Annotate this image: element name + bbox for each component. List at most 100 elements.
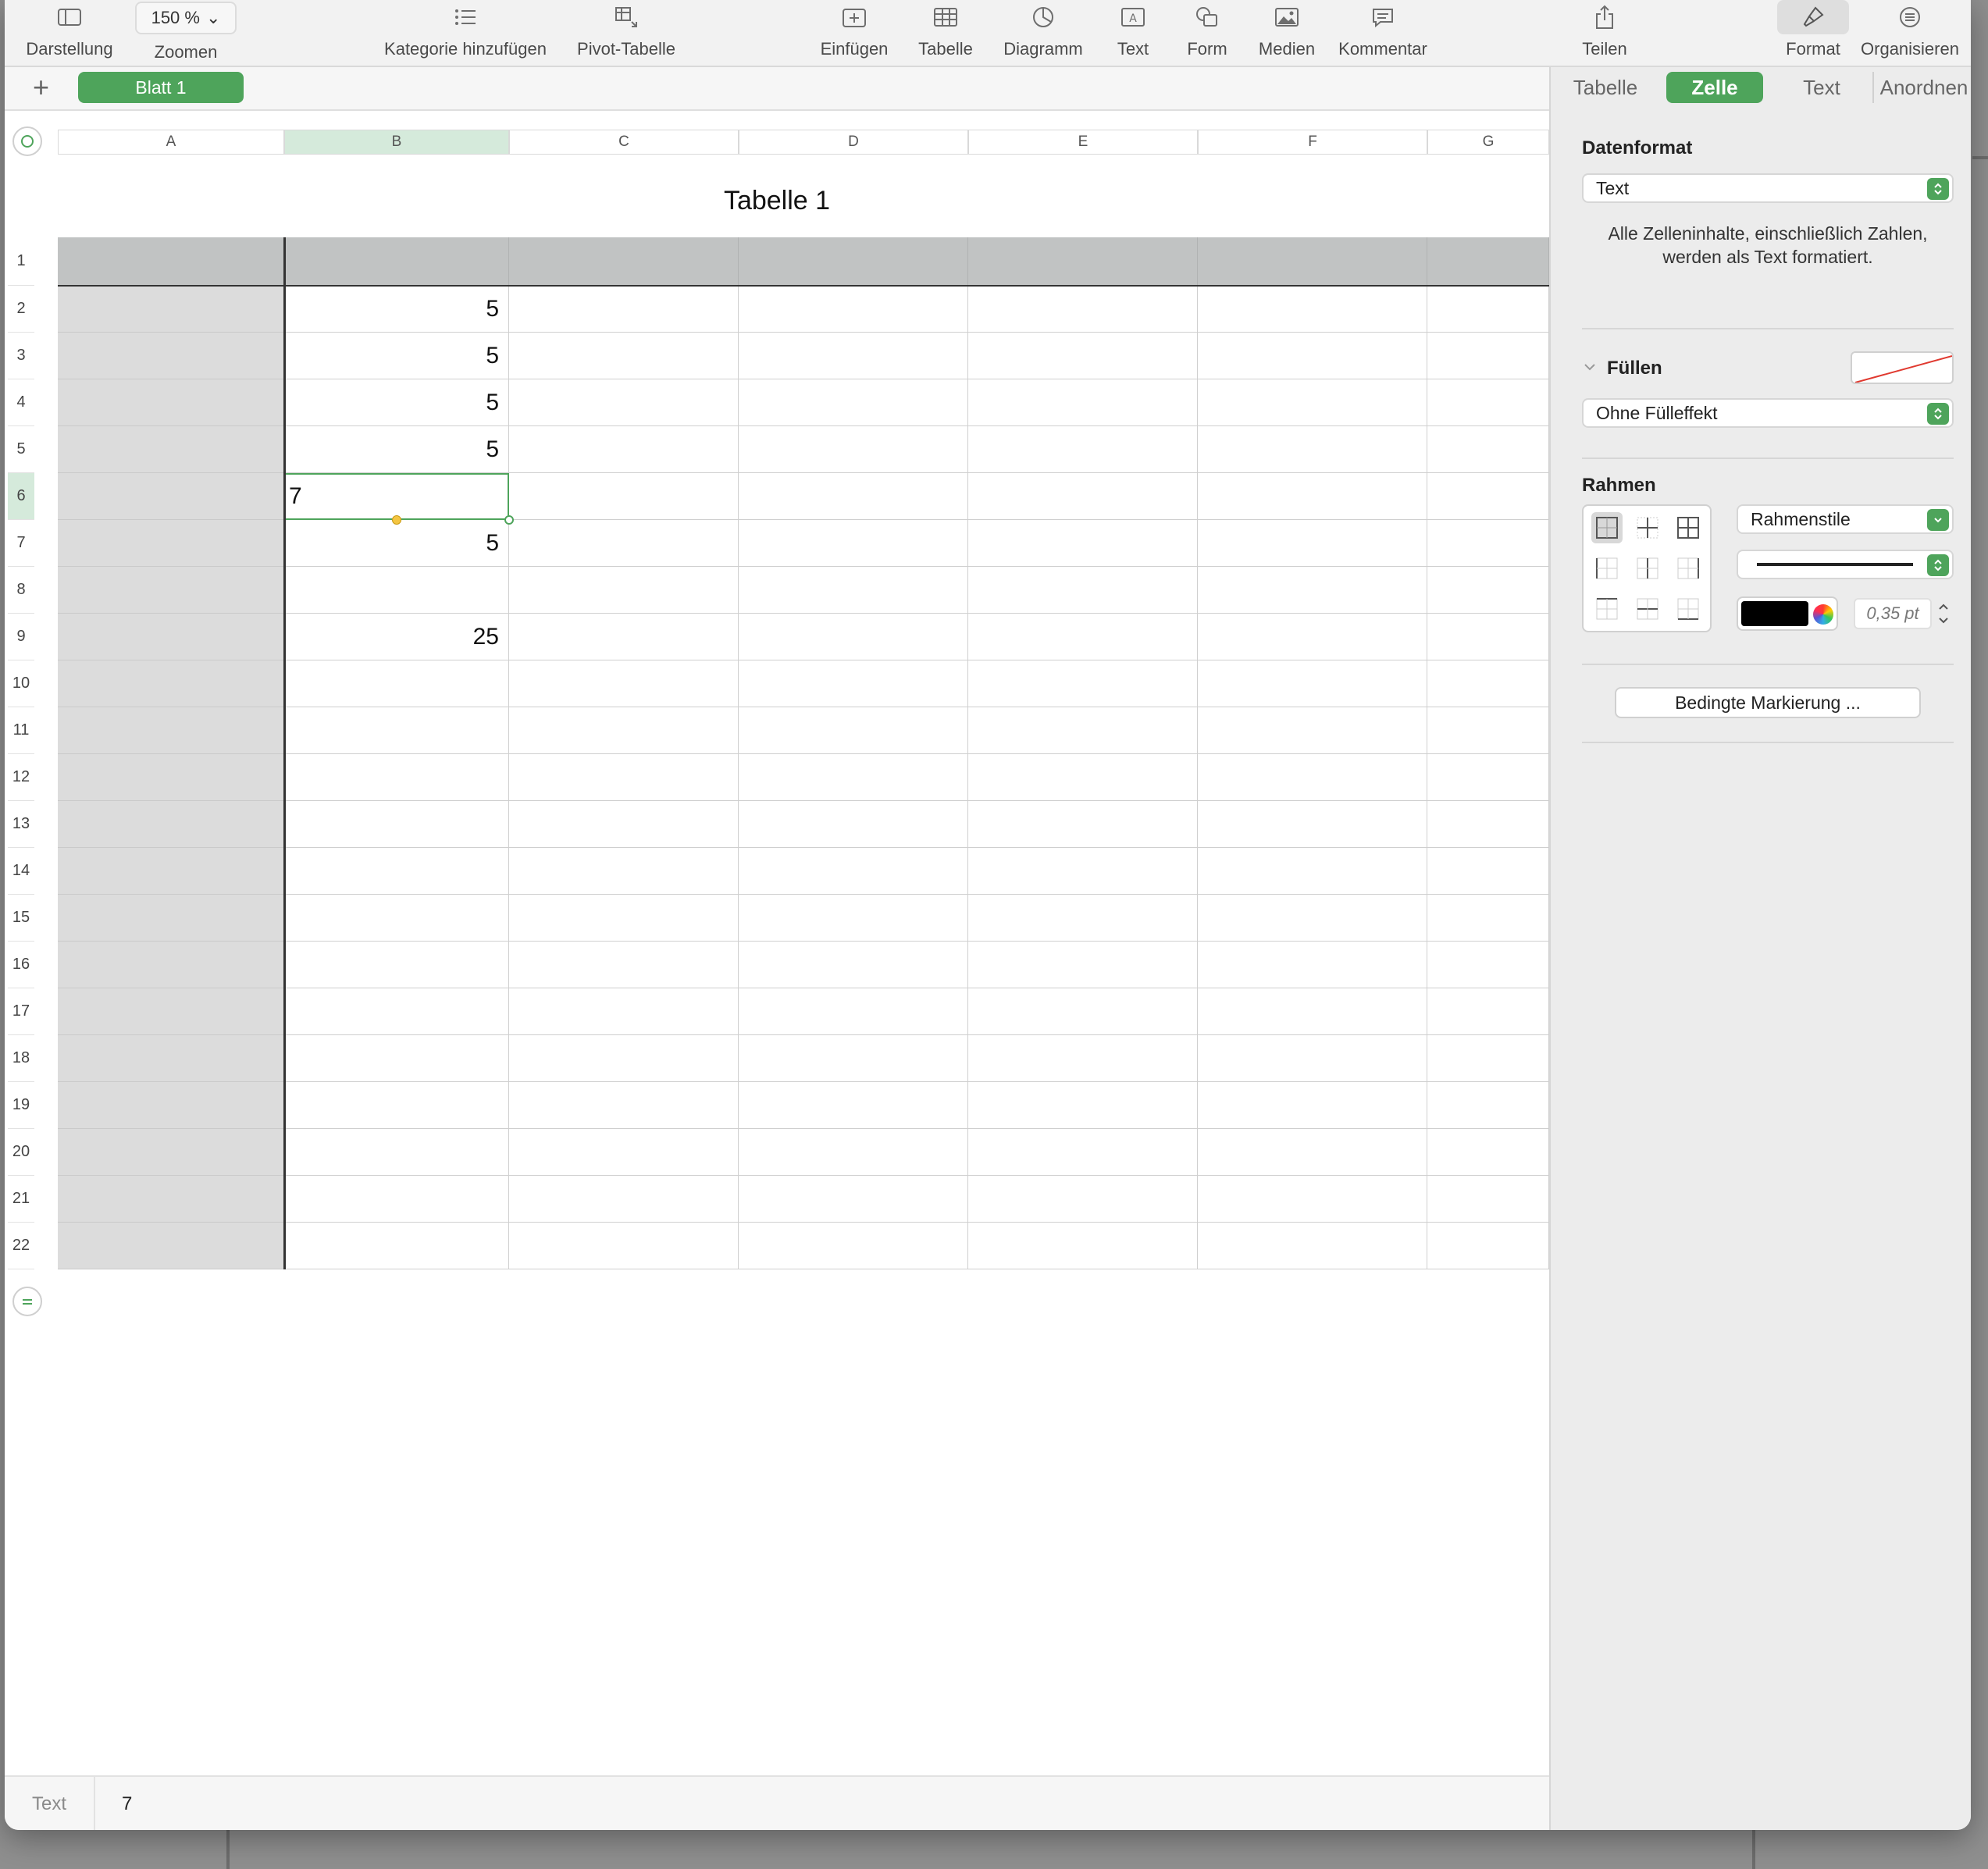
cell-f11[interactable] bbox=[1198, 707, 1427, 754]
row-header-2[interactable]: 2 bbox=[8, 286, 34, 333]
row-header-17[interactable]: 17 bbox=[8, 988, 34, 1035]
table-title[interactable]: Tabelle 1 bbox=[5, 186, 1549, 216]
row-header-6[interactable]: 6 bbox=[8, 473, 34, 520]
cell-g17[interactable] bbox=[1427, 988, 1549, 1035]
color-wheel-icon[interactable] bbox=[1813, 604, 1833, 625]
cell-g10[interactable] bbox=[1427, 660, 1549, 707]
cell-b20[interactable] bbox=[284, 1129, 509, 1176]
row-header-20[interactable]: 20 bbox=[8, 1129, 34, 1176]
cell-a20[interactable] bbox=[58, 1129, 284, 1176]
row-header-5[interactable]: 5 bbox=[8, 426, 34, 473]
cell-d8[interactable] bbox=[739, 567, 968, 614]
cell-e6[interactable] bbox=[968, 473, 1198, 520]
cell-c9[interactable] bbox=[509, 614, 739, 660]
cell-g19[interactable] bbox=[1427, 1082, 1549, 1129]
media-button[interactable]: Medien bbox=[1249, 0, 1324, 66]
cell-a15[interactable] bbox=[58, 895, 284, 942]
border-all-icon[interactable] bbox=[1591, 512, 1623, 543]
cell-f12[interactable] bbox=[1198, 754, 1427, 801]
cell-a22[interactable] bbox=[58, 1223, 284, 1269]
cell-a1[interactable] bbox=[58, 237, 284, 286]
cell-b2[interactable]: 5 bbox=[284, 286, 509, 333]
disclosure-chevron-icon[interactable] bbox=[1582, 359, 1601, 378]
cell-c10[interactable] bbox=[509, 660, 739, 707]
cell-g20[interactable] bbox=[1427, 1129, 1549, 1176]
resize-handle[interactable] bbox=[504, 515, 514, 525]
cell-g18[interactable] bbox=[1427, 1035, 1549, 1082]
cell-d14[interactable] bbox=[739, 848, 968, 895]
column-header-d[interactable]: D bbox=[739, 130, 968, 155]
cell-d16[interactable] bbox=[739, 942, 968, 988]
cell-f6[interactable] bbox=[1198, 473, 1427, 520]
row-header-10[interactable]: 10 bbox=[8, 660, 34, 707]
cell-b19[interactable] bbox=[284, 1082, 509, 1129]
cell-f14[interactable] bbox=[1198, 848, 1427, 895]
row-header-21[interactable]: 21 bbox=[8, 1176, 34, 1223]
cell-g5[interactable] bbox=[1427, 426, 1549, 473]
cell-e22[interactable] bbox=[968, 1223, 1198, 1269]
border-style-select[interactable]: Rahmenstile bbox=[1737, 504, 1954, 534]
cell-f10[interactable] bbox=[1198, 660, 1427, 707]
cell-a19[interactable] bbox=[58, 1082, 284, 1129]
organize-button[interactable]: Organisieren bbox=[1857, 0, 1963, 66]
border-color-well[interactable] bbox=[1737, 596, 1838, 631]
cell-e16[interactable] bbox=[968, 942, 1198, 988]
row-header-15[interactable]: 15 bbox=[8, 895, 34, 942]
cell-d2[interactable] bbox=[739, 286, 968, 333]
cell-e10[interactable] bbox=[968, 660, 1198, 707]
cell-g15[interactable] bbox=[1427, 895, 1549, 942]
cell-d4[interactable] bbox=[739, 379, 968, 426]
cell-c8[interactable] bbox=[509, 567, 739, 614]
tab-zelle[interactable]: Zelle bbox=[1666, 72, 1763, 103]
select-table-handle[interactable] bbox=[12, 126, 42, 156]
add-category-button[interactable]: Kategorie hinzufügen bbox=[372, 0, 559, 66]
cell-format-indicator[interactable]: Text bbox=[5, 1777, 95, 1830]
cell-f15[interactable] bbox=[1198, 895, 1427, 942]
cell-c19[interactable] bbox=[509, 1082, 739, 1129]
border-grid-icon[interactable] bbox=[1673, 512, 1704, 543]
sheet-tab-blatt-1[interactable]: Blatt 1 bbox=[78, 72, 244, 103]
cell-g1[interactable] bbox=[1427, 237, 1549, 286]
cell-f19[interactable] bbox=[1198, 1082, 1427, 1129]
cell-f5[interactable] bbox=[1198, 426, 1427, 473]
add-sheet-button[interactable]: + bbox=[33, 70, 49, 105]
cell-e2[interactable] bbox=[968, 286, 1198, 333]
cell-g6[interactable] bbox=[1427, 473, 1549, 520]
cell-e15[interactable] bbox=[968, 895, 1198, 942]
cell-d9[interactable] bbox=[739, 614, 968, 660]
comment-button[interactable]: Kommentar bbox=[1332, 0, 1434, 66]
table-button[interactable]: Tabelle bbox=[910, 0, 981, 66]
column-header-g[interactable]: G bbox=[1427, 130, 1549, 155]
cell-e8[interactable] bbox=[968, 567, 1198, 614]
cell-e19[interactable] bbox=[968, 1082, 1198, 1129]
cell-g22[interactable] bbox=[1427, 1223, 1549, 1269]
cell-g7[interactable] bbox=[1427, 520, 1549, 567]
cell-f3[interactable] bbox=[1198, 333, 1427, 379]
cell-e9[interactable] bbox=[968, 614, 1198, 660]
cell-g9[interactable] bbox=[1427, 614, 1549, 660]
cell-f8[interactable] bbox=[1198, 567, 1427, 614]
row-header-11[interactable]: 11 bbox=[8, 707, 34, 754]
cell-e12[interactable] bbox=[968, 754, 1198, 801]
fill-handle[interactable] bbox=[392, 515, 401, 525]
cell-a6[interactable] bbox=[58, 473, 284, 520]
cell-e3[interactable] bbox=[968, 333, 1198, 379]
cell-d17[interactable] bbox=[739, 988, 968, 1035]
border-bottom-icon[interactable] bbox=[1673, 593, 1704, 625]
cell-c11[interactable] bbox=[509, 707, 739, 754]
row-header-7[interactable]: 7 bbox=[8, 520, 34, 567]
cell-f4[interactable] bbox=[1198, 379, 1427, 426]
cell-b12[interactable] bbox=[284, 754, 509, 801]
zoom-control[interactable]: 150 % ⌄ Zoomen bbox=[131, 0, 240, 66]
cell-a10[interactable] bbox=[58, 660, 284, 707]
cell-g11[interactable] bbox=[1427, 707, 1549, 754]
cell-b10[interactable] bbox=[284, 660, 509, 707]
border-vertical-icon[interactable] bbox=[1632, 553, 1663, 584]
cell-g21[interactable] bbox=[1427, 1176, 1549, 1223]
cell-f18[interactable] bbox=[1198, 1035, 1427, 1082]
cell-value-display[interactable]: 7 bbox=[122, 1777, 132, 1830]
cell-c3[interactable] bbox=[509, 333, 739, 379]
cell-b6[interactable]: 7 bbox=[284, 473, 509, 520]
cell-d19[interactable] bbox=[739, 1082, 968, 1129]
cell-f21[interactable] bbox=[1198, 1176, 1427, 1223]
